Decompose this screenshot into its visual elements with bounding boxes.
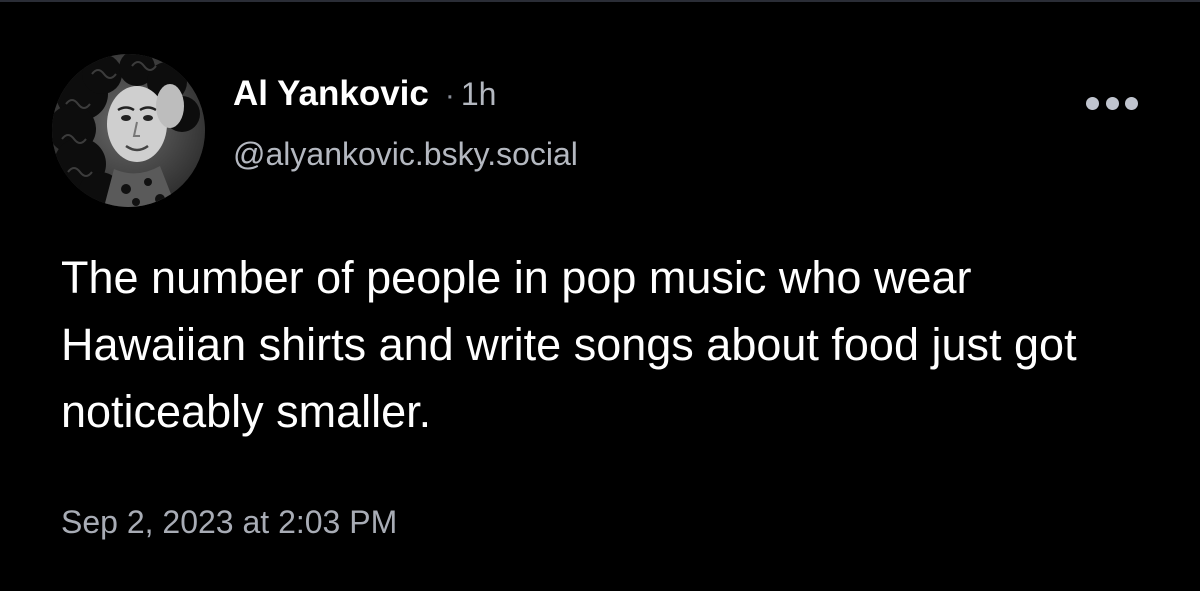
avatar-photo-icon (52, 54, 205, 207)
post-text: The number of people in pop music who we… (61, 252, 1077, 437)
relative-time[interactable]: 1h (461, 76, 497, 113)
author-display-name[interactable]: Al Yankovic (233, 74, 429, 114)
ellipsis-icon (1086, 96, 1099, 110)
ellipsis-icon (1125, 96, 1138, 110)
post-card: Al Yankovic · 1h @alyankovic.bsky.social… (0, 0, 1200, 591)
avatar[interactable] (52, 54, 205, 207)
ellipsis-icon (1105, 96, 1119, 110)
author-handle[interactable]: @alyankovic.bsky.social (233, 136, 578, 173)
separator-dot: · (444, 79, 455, 112)
post-timestamp: Sep 2, 2023 at 2:03 PM (61, 504, 398, 540)
more-options-button[interactable] (1082, 88, 1142, 118)
author-row: Al Yankovic · 1h (233, 74, 496, 122)
